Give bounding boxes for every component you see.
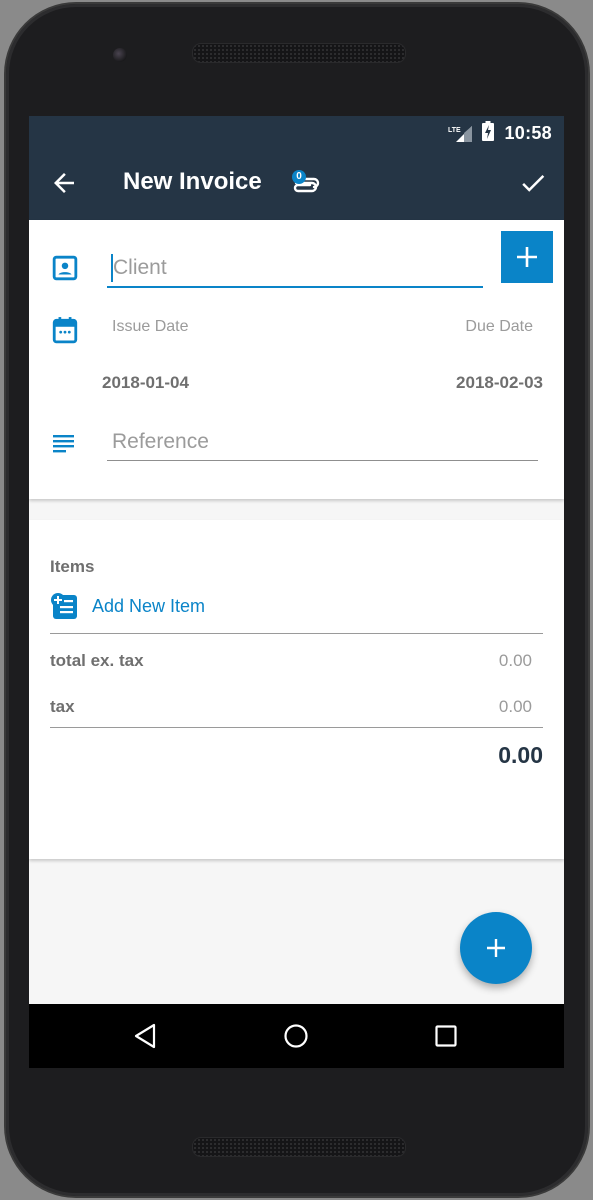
screen: LTE 10:58 New Invoice 0 Client Issue Dat… [29,116,564,1068]
reference-input[interactable]: Reference [107,428,538,461]
client-input[interactable]: Client [107,250,483,288]
front-camera [113,48,127,62]
add-new-item-button[interactable]: Add New Item [50,592,205,620]
arrow-back-icon [54,173,74,193]
nav-recents-button[interactable] [430,1020,462,1052]
totals-divider [50,727,543,728]
tax-value: 0.00 [498,697,532,716]
items-card: Items Add New Item total ex. tax 0.00 ta… [29,520,564,859]
battery-charging-icon [482,121,495,146]
square-recents-icon [435,1025,457,1047]
system-nav-bar [29,1004,564,1068]
plus-icon [487,939,505,957]
due-date-value[interactable]: 2018-02-03 [456,373,543,393]
add-new-item-label: Add New Item [92,595,206,616]
nav-home-button[interactable] [280,1020,312,1052]
app-bar: New Invoice 0 [29,146,564,220]
svg-text:LTE: LTE [448,127,461,134]
check-icon [522,174,545,192]
contact-icon [52,255,78,286]
triangle-back-icon [134,1023,156,1049]
client-placeholder: Client [113,256,167,279]
issue-date-label: Issue Date [112,318,189,335]
status-time: 10:58 [504,123,552,143]
notes-icon [53,434,75,459]
invoice-header-card: Client Issue Date Due Date 2018-01-04 20… [29,220,564,499]
add-client-button[interactable] [501,231,553,283]
circle-home-icon [284,1024,308,1048]
save-button[interactable] [518,168,548,198]
bottom-speaker [192,1137,406,1157]
due-date-label: Due Date [465,318,533,335]
issue-date-value[interactable]: 2018-01-04 [102,373,189,393]
page-title: New Invoice [123,168,262,195]
status-bar: LTE 10:58 [29,116,564,146]
earpiece-speaker [192,43,406,63]
nav-back-button[interactable] [130,1020,162,1052]
add-list-item-icon [51,593,77,619]
tax-label: tax [50,697,75,716]
back-button[interactable] [49,168,79,198]
items-divider [50,633,543,634]
subtotal-value: 0.00 [498,651,532,670]
plus-icon [517,247,537,267]
attachment-count-badge: 0 [292,170,306,184]
subtotal-label: total ex. tax [50,651,144,670]
lte-signal-icon: LTE [448,124,473,144]
attachments-button[interactable]: 0 [288,166,324,196]
reference-placeholder: Reference [112,430,209,453]
add-fab-button[interactable] [460,912,532,984]
grand-total-value: 0.00 [498,742,543,768]
items-section-title: Items [50,557,95,576]
calendar-icon [52,316,78,349]
